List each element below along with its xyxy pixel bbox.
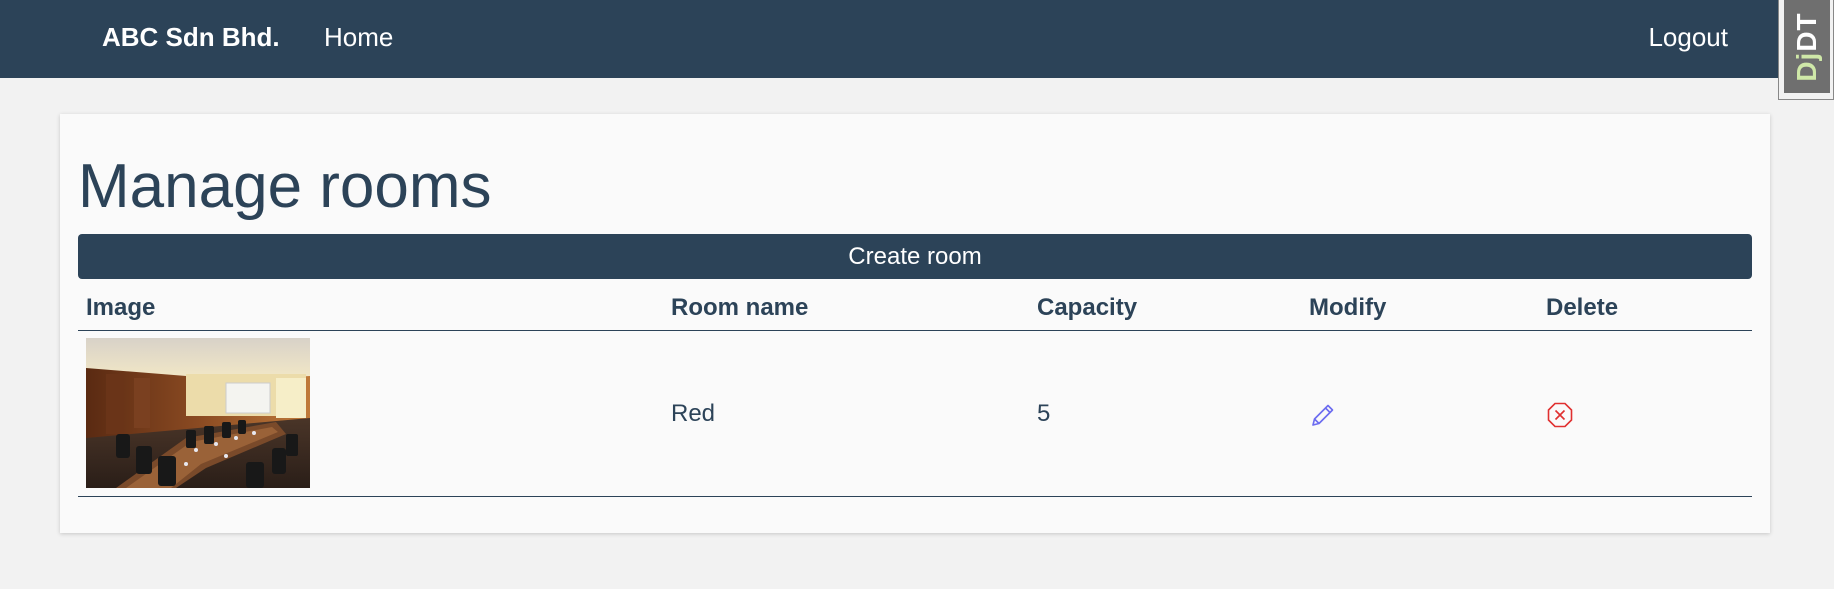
- debug-toolbar-dt: DT: [1791, 11, 1822, 52]
- debug-toolbar-dj: Dj: [1791, 51, 1822, 82]
- header-delete: Delete: [1546, 294, 1619, 321]
- conference-room-photo: [86, 338, 310, 488]
- debug-toolbar-text: DjDT: [1791, 12, 1823, 81]
- rooms-table: Image Room name Capacity Modify Delete R…: [78, 286, 1752, 497]
- room-image[interactable]: [86, 338, 310, 488]
- brand-link[interactable]: ABC Sdn Bhd.: [102, 22, 280, 53]
- debug-toolbar-handle[interactable]: DjDT: [1778, 0, 1834, 100]
- table-row: Red 5: [78, 331, 1752, 497]
- top-navbar: ABC Sdn Bhd. Home Logout: [0, 0, 1834, 78]
- debug-toolbar-logo: DjDT: [1784, 0, 1830, 93]
- nav-home-link[interactable]: Home: [324, 22, 393, 53]
- create-room-button[interactable]: Create room: [78, 234, 1752, 279]
- header-capacity: Capacity: [1037, 294, 1138, 321]
- table-header: Image Room name Capacity Modify Delete: [78, 286, 1752, 331]
- close-circle-icon[interactable]: [1546, 401, 1574, 429]
- rooms-card: Manage rooms Create room Image Room name…: [60, 114, 1770, 533]
- header-image: Image: [86, 294, 156, 321]
- capacity-cell: 5: [1037, 400, 1051, 427]
- room-name-cell: Red: [671, 400, 716, 427]
- nav-logout-link[interactable]: Logout: [1648, 22, 1728, 53]
- header-modify: Modify: [1309, 294, 1387, 321]
- pencil-icon[interactable]: [1309, 401, 1337, 429]
- page-title: Manage rooms: [78, 152, 492, 221]
- header-room-name: Room name: [671, 294, 809, 321]
